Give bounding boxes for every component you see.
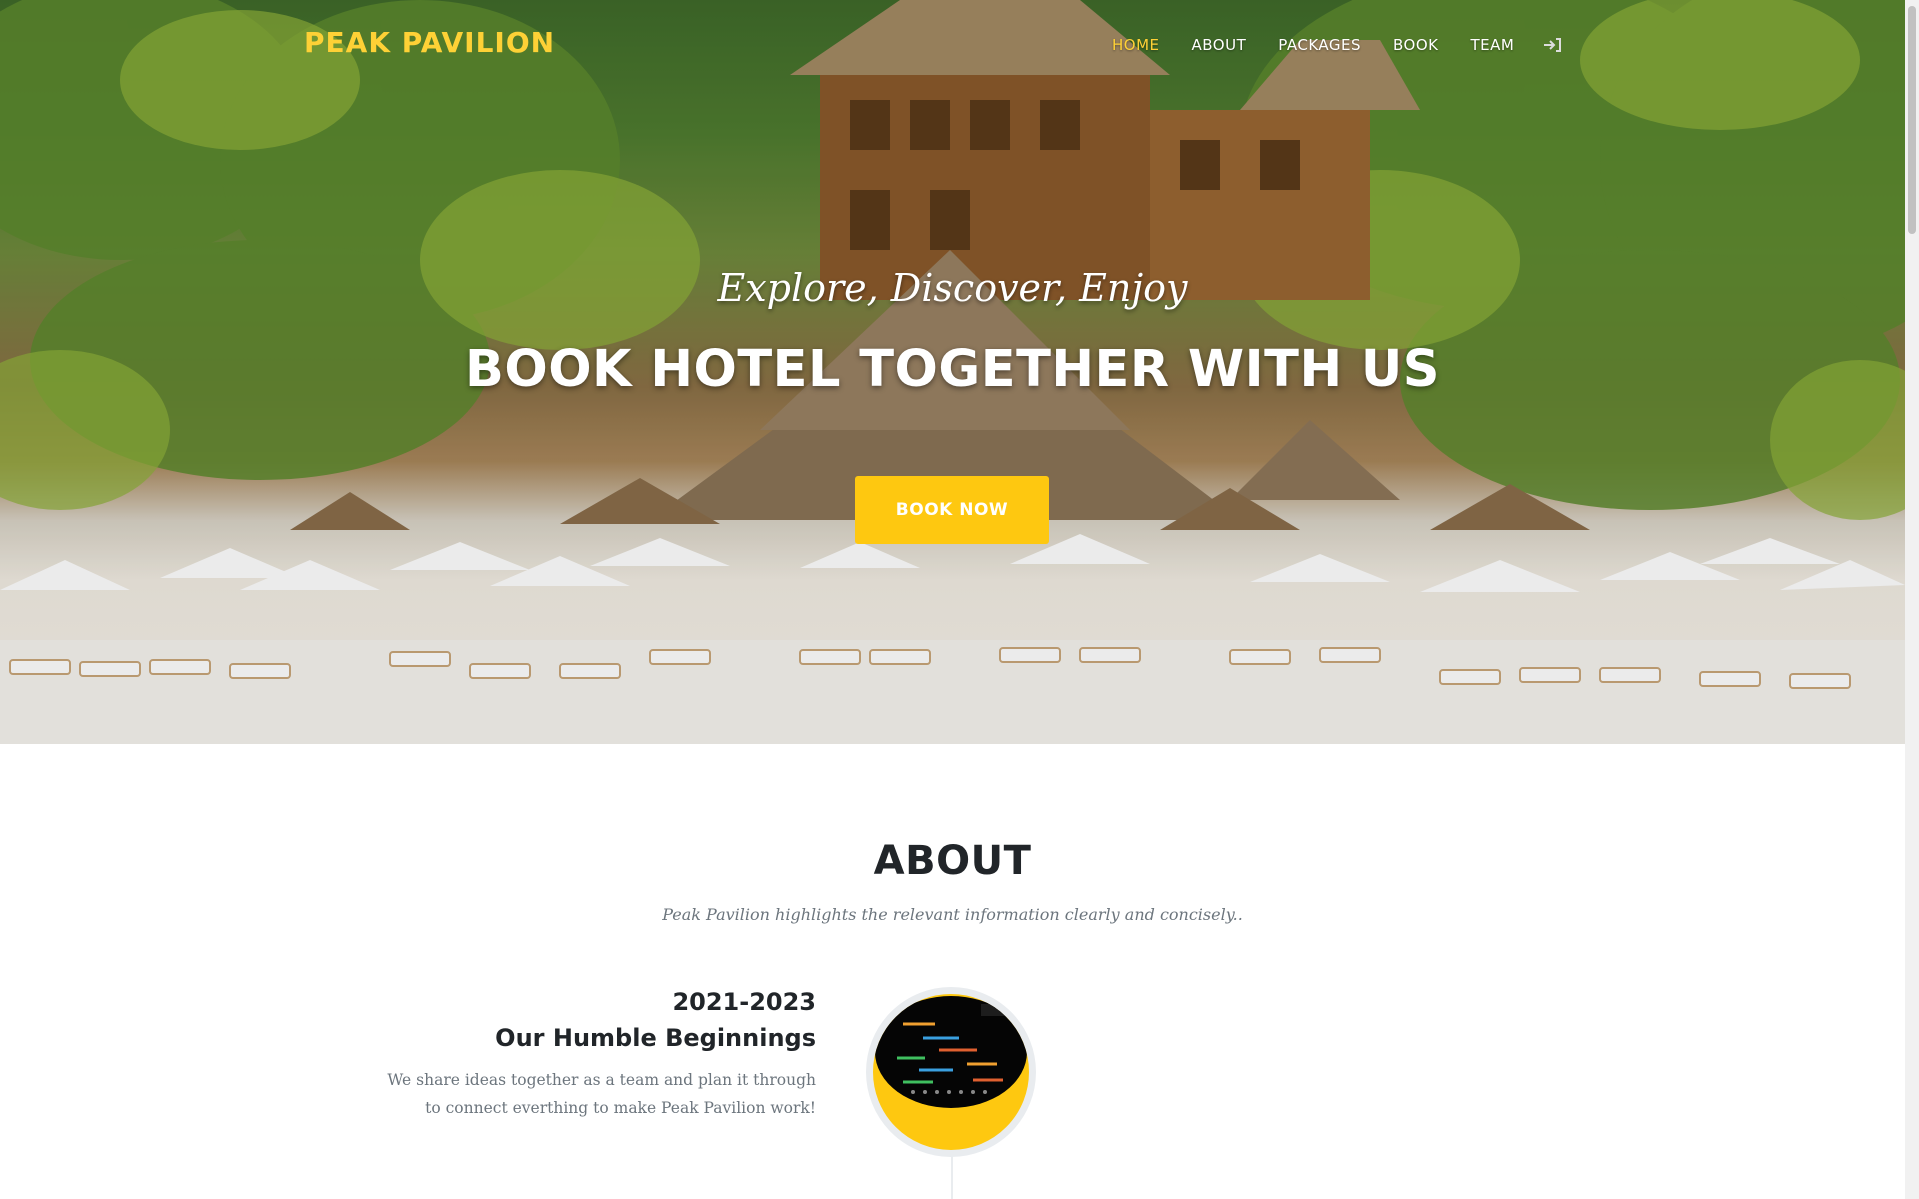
timeline-body-line: to connect everthing to make Peak Pavili… [425, 1099, 816, 1117]
nav-team[interactable]: TEAM [1471, 36, 1515, 54]
book-now-button[interactable]: BOOK NOW [855, 476, 1049, 544]
nav-packages[interactable]: PACKAGES [1278, 36, 1361, 54]
hero-subheading: Explore, Discover, Enjoy [717, 266, 1188, 310]
about-title: ABOUT [873, 838, 1032, 884]
about-subtitle: Peak Pavilion highlights the relevant in… [662, 905, 1243, 924]
brand-logo[interactable]: PEAK PAVILION [304, 26, 555, 59]
timeline-image [866, 987, 1036, 1157]
timeline-date: 2021-2023 [672, 988, 816, 1016]
timeline-line [951, 1150, 953, 1199]
timeline-project-screenshot [875, 996, 1027, 1108]
nav-about[interactable]: ABOUT [1192, 36, 1247, 54]
timeline-title: Our Humble Beginnings [495, 1024, 816, 1052]
page-scrollbar[interactable] [1905, 0, 1919, 1199]
main-nav: HOME ABOUT PACKAGES BOOK TEAM [1112, 36, 1562, 54]
hero-section: PEAK PAVILION HOME ABOUT PACKAGES BOOK T… [0, 0, 1905, 744]
timeline-body-line: We share ideas together as a team and pl… [387, 1071, 816, 1089]
scrollbar-thumb[interactable] [1908, 6, 1916, 234]
nav-book[interactable]: BOOK [1393, 36, 1438, 54]
sign-in-icon[interactable] [1542, 37, 1562, 53]
hero-heading: BOOK HOTEL TOGETHER WITH US [464, 340, 1441, 399]
nav-home[interactable]: HOME [1112, 36, 1160, 54]
timeline-body: We share ideas together as a team and pl… [380, 1066, 816, 1122]
sign-in-icon-glyph [1544, 38, 1562, 52]
